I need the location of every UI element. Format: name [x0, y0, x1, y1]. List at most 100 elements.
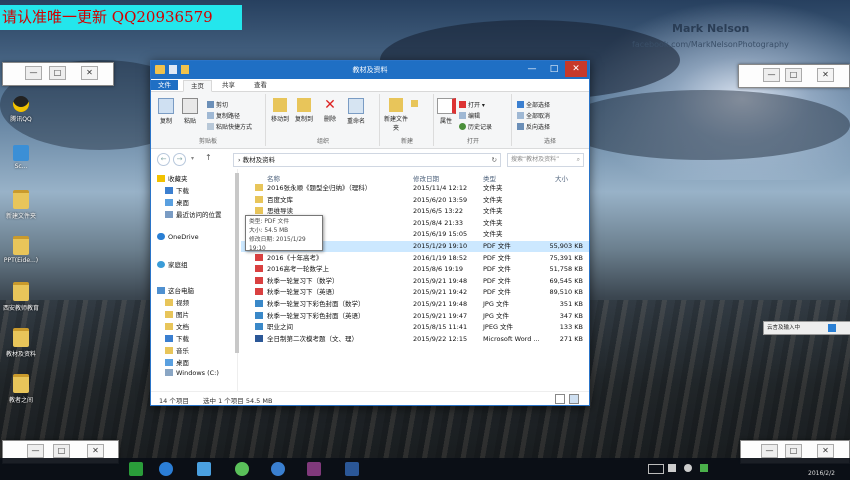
file-row[interactable]: 2016张永顺《题型全归纳》（理科） 2015/11/4 12:12 文件夹 [241, 183, 589, 194]
file-row[interactable]: 秋季一轮复习下（数学） 2015/9/21 19:48 PDF 文件 69,545 K… [241, 276, 589, 287]
paste-button[interactable]: 粘贴 [179, 98, 201, 125]
nav-item-desktop-pc[interactable]: 桌面 [165, 357, 189, 367]
nav-item-homegroup[interactable]: 家庭组 [157, 259, 188, 269]
rename-button[interactable]: 重命名 [345, 98, 367, 125]
row-checkbox[interactable] [245, 289, 253, 297]
close-button[interactable]: ✕ [87, 444, 104, 458]
taskbar-app-onenote[interactable] [302, 460, 326, 478]
copy-to-button[interactable]: 复制到 [293, 98, 315, 123]
open-button[interactable]: 打开 ▾ [459, 100, 485, 109]
desktop-icon-qq[interactable]: 腾讯QQ [0, 96, 46, 123]
recent-locations-chevron-icon[interactable]: ▾ [191, 155, 194, 162]
taskbar-app-explorer[interactable] [192, 460, 216, 478]
up-button[interactable]: ↑ [205, 153, 212, 162]
network-icon[interactable] [684, 464, 692, 472]
minimize-button[interactable]: — [521, 61, 543, 77]
nav-item-documents[interactable]: 文档 [165, 321, 189, 331]
nav-item-downloads[interactable]: 下载 [165, 185, 189, 195]
column-header-size[interactable]: 大小 [555, 173, 568, 183]
keyboard-icon[interactable] [648, 464, 664, 474]
nav-item-desktop[interactable]: 桌面 [165, 197, 189, 207]
new-item-button[interactable] [411, 100, 420, 108]
restore-button[interactable]: □ [785, 444, 802, 458]
title-bar[interactable]: 教材及资料 — □ ✕ [151, 61, 589, 79]
nav-item-recent[interactable]: 最近访问的位置 [165, 209, 222, 219]
select-none-button[interactable]: 全部取消 [517, 111, 550, 120]
desktop-icon-app[interactable]: Sc... [0, 145, 46, 170]
tab-view[interactable]: 查看 [247, 80, 274, 90]
nav-item-onedrive[interactable]: OneDrive [157, 233, 199, 241]
paste-shortcut-button[interactable]: 粘贴快捷方式 [207, 122, 252, 131]
minimize-button[interactable]: — [27, 444, 44, 458]
row-checkbox[interactable] [245, 278, 253, 286]
nav-pane-scrollbar[interactable] [235, 173, 239, 353]
forward-button[interactable]: → [173, 153, 186, 166]
move-to-button[interactable]: 移动到 [269, 98, 291, 123]
file-row[interactable]: 2016高考一轮数学上 2015/8/6 19:19 PDF 文件 51,758 KB [241, 264, 589, 275]
row-checkbox[interactable] [245, 336, 253, 344]
close-button[interactable]: ✕ [81, 66, 98, 80]
ime-toolbar[interactable]: 云言及输入中 [763, 321, 850, 335]
nav-item-favorites[interactable]: 收藏夹 [157, 173, 188, 183]
nav-item-videos[interactable]: 视频 [165, 297, 189, 307]
file-row[interactable]: 秋季一轮复习下彩色封面（英语） 2015/9/21 19:47 JPG 文件 347 … [241, 311, 589, 322]
restore-button[interactable]: □ [785, 68, 802, 82]
search-input[interactable]: 搜索“教材及资料” ⌕ [507, 153, 584, 167]
minimize-button[interactable]: — [763, 68, 780, 82]
file-row[interactable]: 2016《十年高考》 2016/1/19 18:52 PDF 文件 75,391 KB [241, 253, 589, 264]
large-icons-view-icon[interactable] [569, 394, 579, 404]
row-checkbox[interactable] [245, 324, 253, 332]
file-row[interactable]: 秋季一轮复习下（英语） 2015/9/21 19:42 PDF 文件 89,510 K… [241, 287, 589, 298]
desktop-icon-folder[interactable]: 新建文件夹 [0, 190, 46, 220]
row-checkbox[interactable] [245, 266, 253, 274]
row-checkbox[interactable] [245, 197, 253, 205]
copy-button[interactable]: 复制 [155, 98, 177, 125]
file-row[interactable]: 全日制第二次模考题（文、理） 2015/9/22 12:15 Microsoft W… [241, 334, 589, 345]
nav-item-downloads-pc[interactable]: 下载 [165, 333, 189, 343]
column-header-name[interactable]: 名称 [267, 173, 280, 183]
file-row[interactable]: 秋季一轮复习下彩色封面（数学） 2015/9/21 19:48 JPG 文件 351 … [241, 299, 589, 310]
column-header-date[interactable]: 修改日期 [413, 173, 439, 183]
row-checkbox[interactable] [245, 301, 253, 309]
tab-file[interactable]: 文件 [151, 80, 178, 90]
copy-path-button[interactable]: 复制路径 [207, 111, 240, 120]
tab-home[interactable]: 主页 [183, 80, 212, 92]
nav-item-pictures[interactable]: 图片 [165, 309, 189, 319]
properties-button[interactable]: 属性 [435, 98, 457, 125]
restore-button[interactable]: □ [53, 444, 70, 458]
taskbar-app-green[interactable] [230, 460, 254, 478]
mini-window-top-left[interactable]: — □ ✕ [2, 62, 114, 86]
cut-button[interactable]: 剪切 [207, 100, 228, 109]
row-checkbox[interactable] [245, 255, 253, 263]
new-folder-button[interactable]: 新建文件夹 [383, 98, 409, 132]
address-bar[interactable]: › 教材及资料 ↻ [233, 153, 501, 167]
row-checkbox[interactable] [245, 313, 253, 321]
back-button[interactable]: ← [157, 153, 170, 166]
edit-button[interactable]: 编辑 [459, 111, 480, 120]
taskbar-app-word[interactable] [340, 460, 364, 478]
minimize-button[interactable]: — [761, 444, 778, 458]
refresh-icon[interactable]: ↻ [492, 154, 497, 166]
select-all-button[interactable]: 全部选择 [517, 100, 550, 109]
desktop-icon-folder[interactable]: 教者之间 [0, 374, 46, 404]
taskbar-app-ie[interactable] [154, 460, 178, 478]
taskbar-app-blue[interactable] [266, 460, 290, 478]
desktop-icon-folder[interactable]: 西安教师教育 [0, 282, 46, 312]
mini-window-top-right[interactable]: — □ ✕ [738, 64, 850, 88]
taskbar-app-windows-store[interactable] [124, 460, 148, 478]
delete-button[interactable]: ✕ 删除 [319, 98, 341, 123]
file-row[interactable]: 百度文库 2015/6/20 13:59 文件夹 [241, 195, 589, 206]
minimize-button[interactable]: — [25, 66, 42, 80]
close-button[interactable]: ✕ [817, 68, 834, 82]
column-header-type[interactable]: 类型 [483, 173, 496, 183]
history-button[interactable]: 历史记录 [459, 122, 492, 131]
desktop-icon-folder[interactable]: PPT(Eide...) [0, 236, 46, 264]
maximize-button[interactable]: □ [543, 61, 565, 77]
nav-item-music[interactable]: 音乐 [165, 345, 189, 355]
nav-item-drive-c[interactable]: Windows (C:) [165, 369, 219, 377]
tab-share[interactable]: 共享 [215, 80, 242, 90]
desktop-icon-folder[interactable]: 教材及资料 [0, 328, 46, 358]
security-icon[interactable] [700, 464, 708, 472]
nav-item-this-pc[interactable]: 这台电脑 [157, 285, 194, 295]
row-checkbox[interactable] [245, 185, 253, 193]
